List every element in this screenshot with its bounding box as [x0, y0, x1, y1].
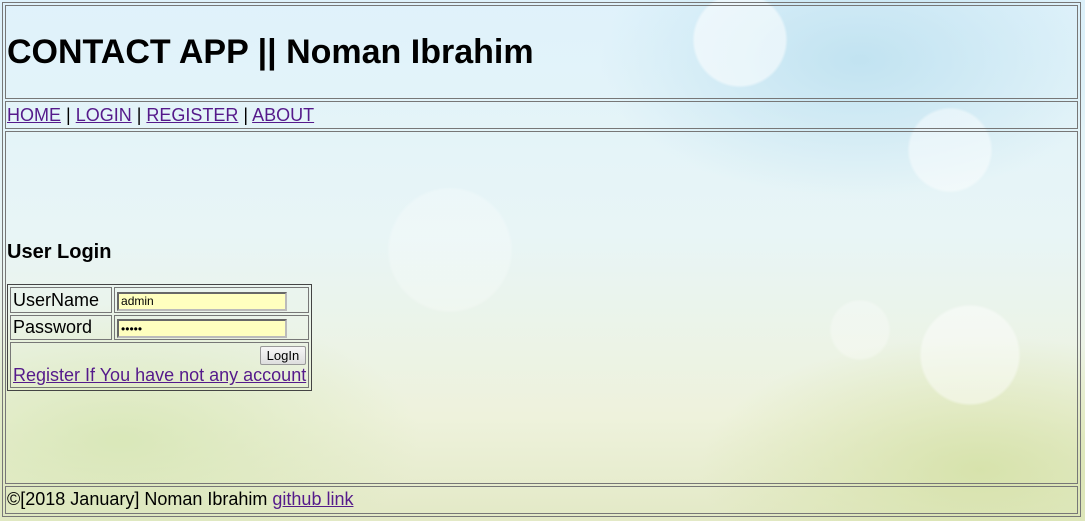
password-label: Password: [10, 314, 113, 341]
register-link[interactable]: Register If You have not any account: [13, 365, 306, 385]
header-cell: CONTACT APP || Noman Ibrahim: [5, 5, 1078, 100]
username-input[interactable]: [117, 291, 288, 311]
page-layout-table: CONTACT APP || Noman Ibrahim HOME | LOGI…: [2, 2, 1081, 517]
nav-login-link[interactable]: LOGIN: [76, 105, 132, 125]
nav-separator: |: [61, 104, 76, 125]
copyright-text: ©[2018 January] Noman Ibrahim: [7, 489, 273, 510]
actions-cell: LogIn Register If You have not any accou…: [10, 342, 310, 389]
password-input-cell: [114, 314, 310, 341]
login-heading: User Login: [7, 241, 112, 264]
nav-about-link[interactable]: ABOUT: [252, 105, 314, 125]
nav-register-link[interactable]: REGISTER: [146, 105, 238, 125]
content-cell: User Login UserName Password: [5, 131, 1078, 484]
nav-separator: |: [238, 104, 253, 125]
footer: ©[2018 January] Noman Ibrahim github lin…: [5, 485, 1078, 514]
site-title: CONTACT APP || Noman Ibrahim: [7, 33, 534, 72]
nav-home-link[interactable]: HOME: [7, 105, 61, 125]
nav-bar: HOME | LOGIN | REGISTER | ABOUT: [5, 101, 1078, 130]
login-button[interactable]: LogIn: [259, 346, 307, 366]
username-input-cell: [114, 287, 310, 313]
username-label: UserName: [10, 287, 113, 313]
password-input[interactable]: [117, 319, 288, 339]
github-link[interactable]: github link: [272, 489, 353, 509]
nav-separator: |: [131, 104, 147, 125]
login-form: UserName Password LogIn: [7, 284, 313, 392]
